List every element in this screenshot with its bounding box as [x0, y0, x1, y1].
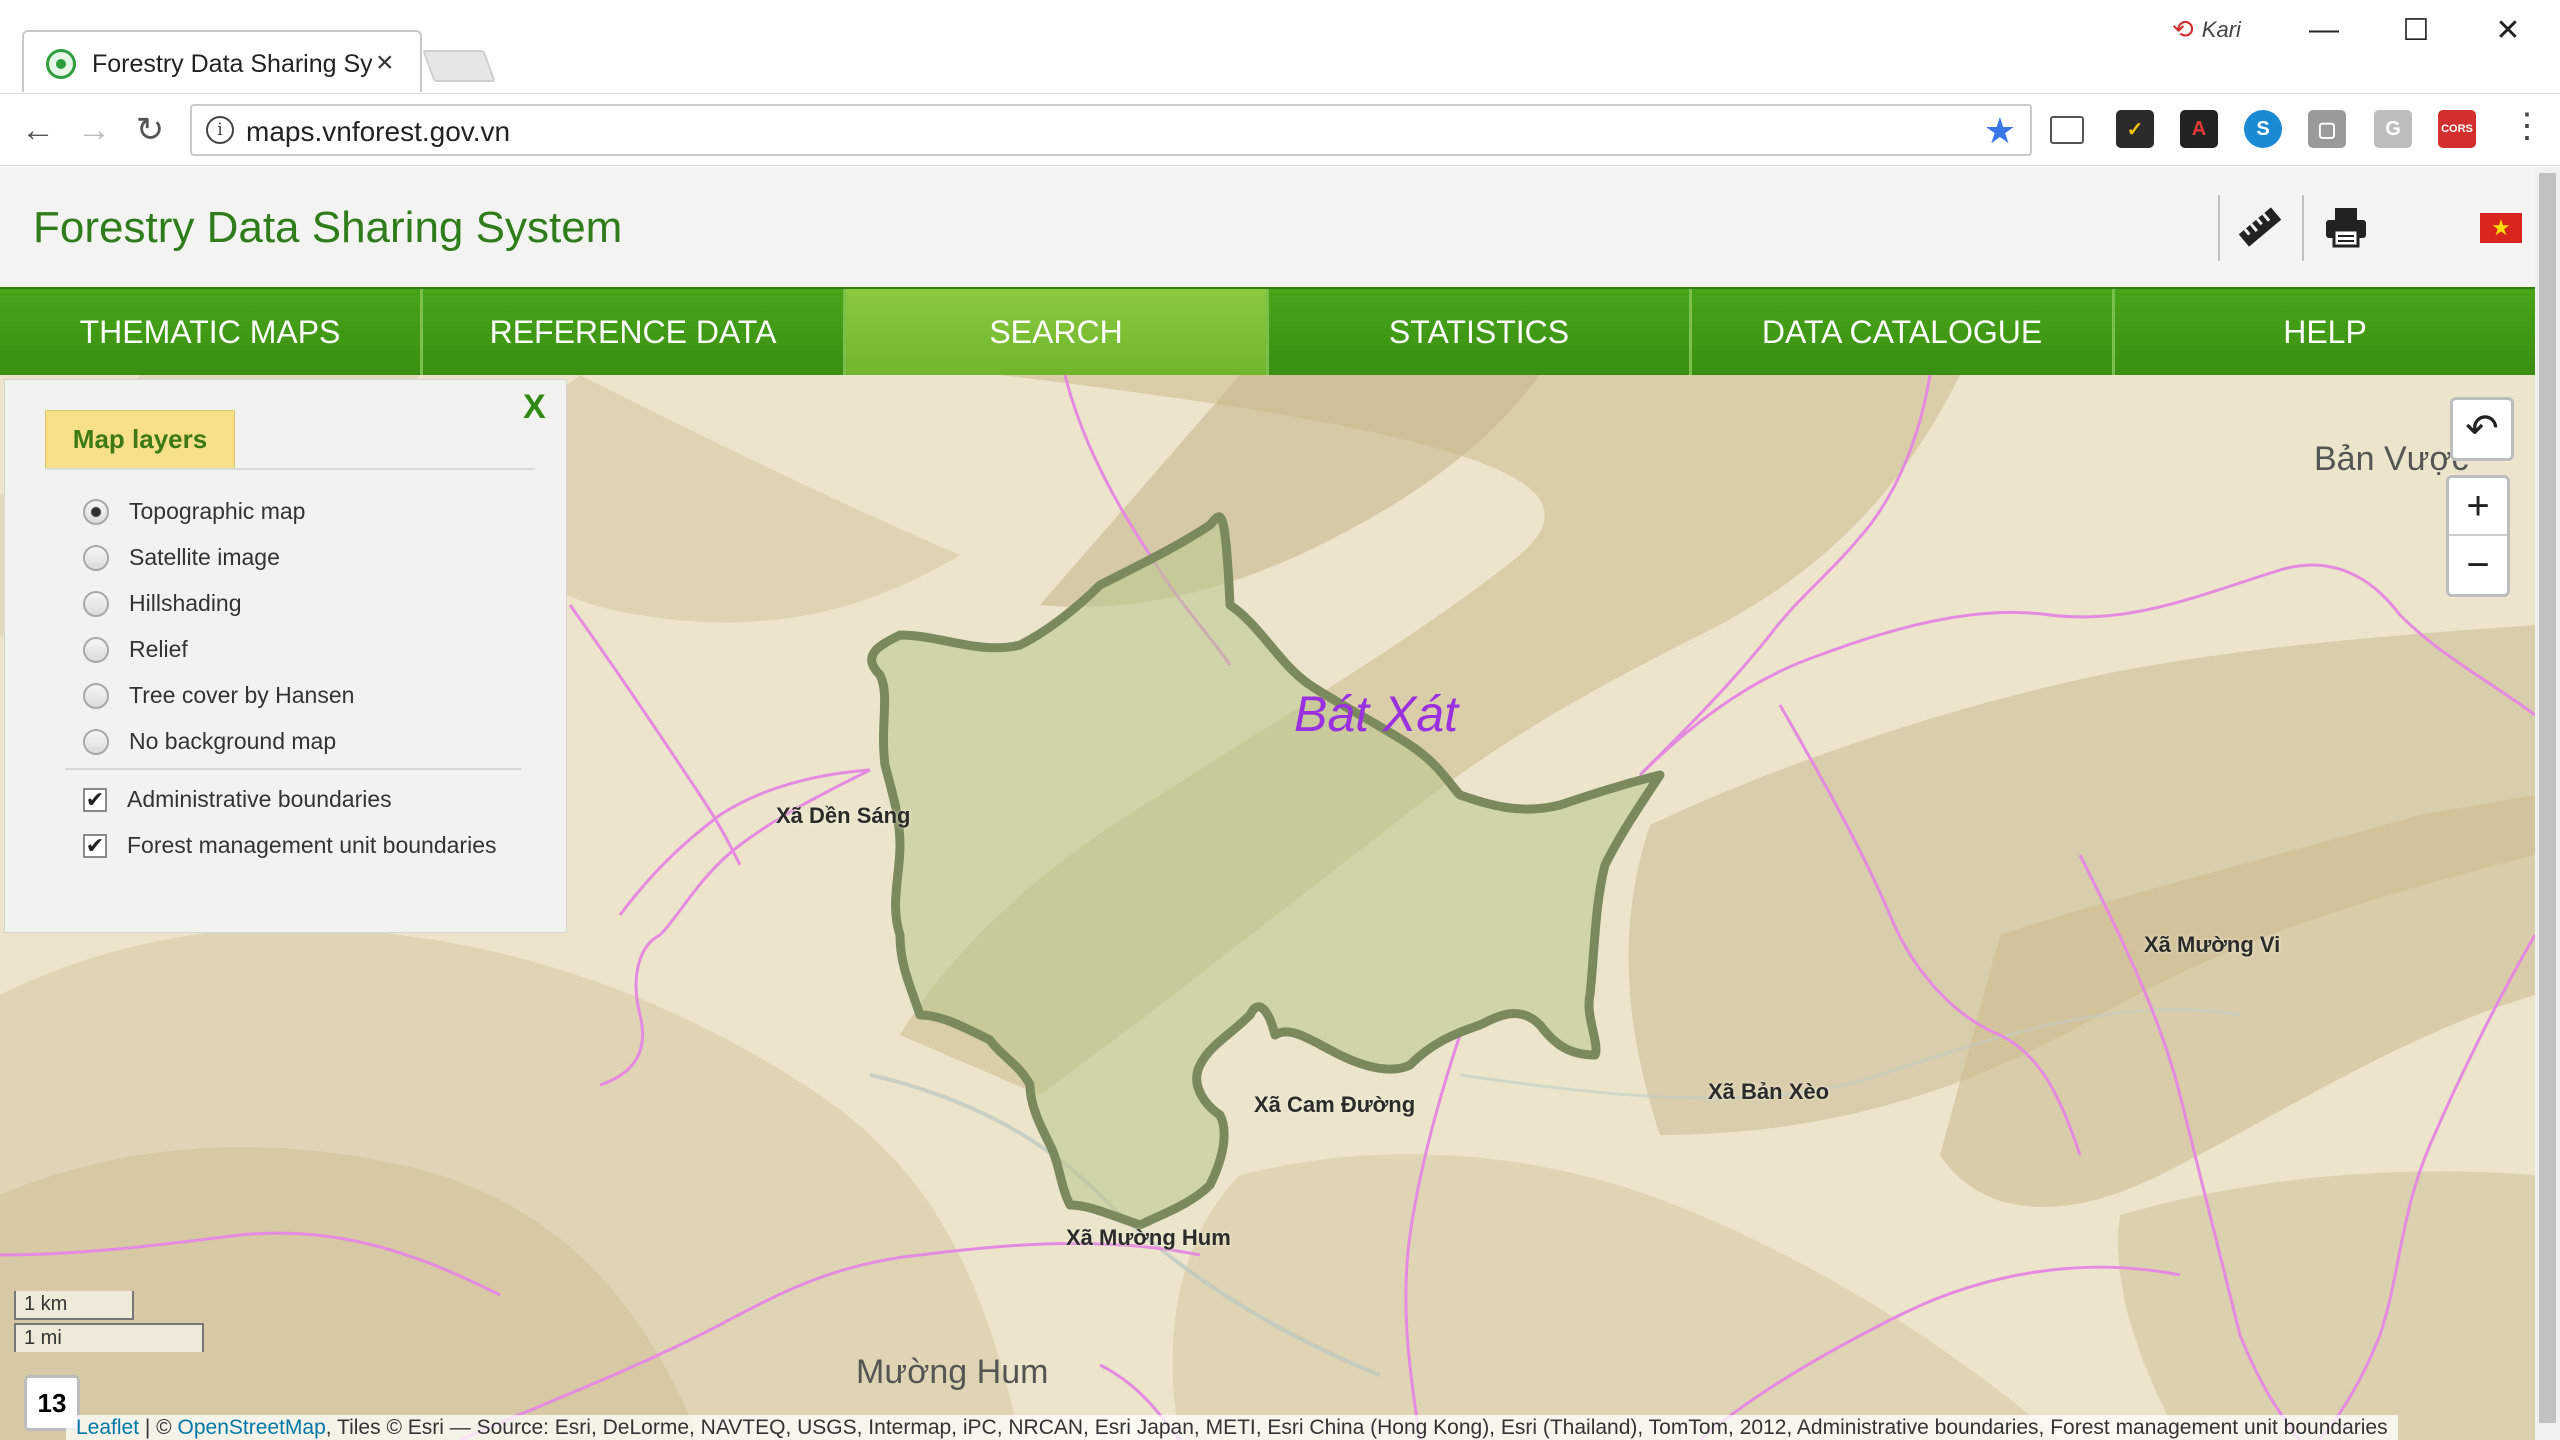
radio-button[interactable] — [83, 682, 109, 709]
overlay-forest-units[interactable]: ✔ Forest management unit boundaries — [83, 832, 497, 859]
undo-arrow-icon[interactable]: ↶ — [2453, 400, 2511, 458]
radio-button[interactable] — [83, 544, 109, 571]
commune-label: Xã Mường Vi — [2144, 932, 2281, 957]
site-info-icon[interactable]: i — [206, 116, 234, 144]
profile-sync-icon: ⟲ — [2172, 14, 2194, 44]
app-title: Forestry Data Sharing System — [33, 203, 623, 252]
layer-label: Hillshading — [129, 590, 242, 616]
layer-label: Topographic map — [129, 498, 306, 524]
commune-label: Xã Dền Sáng — [776, 803, 911, 828]
nav-statistics[interactable]: STATISTICS — [1269, 289, 1692, 375]
base-layer-none[interactable]: No background map — [83, 728, 336, 755]
browser-toolbar: ← → ↻ i maps.vnforest.gov.vn ★ ✓ A S ▢ G… — [0, 94, 2560, 166]
layer-label: Administrative boundaries — [127, 786, 392, 812]
panel-divider — [65, 768, 521, 770]
norton-icon[interactable]: ✓ — [2116, 110, 2154, 148]
reload-button[interactable]: ↻ — [126, 106, 174, 154]
base-layer-topographic[interactable]: Topographic map — [83, 498, 305, 525]
layer-label: No background map — [129, 728, 337, 754]
layer-label: Relief — [129, 636, 188, 662]
radio-button[interactable] — [83, 636, 109, 663]
url-text[interactable]: maps.vnforest.gov.vn — [246, 116, 510, 148]
profile-name: Kari — [2201, 16, 2241, 42]
acrobat-icon[interactable]: A — [2180, 110, 2218, 148]
nav-data-catalogue[interactable]: DATA CATALOGUE — [1692, 289, 2115, 375]
cors-icon[interactable]: CORS — [2438, 110, 2476, 148]
new-tab-button[interactable] — [422, 50, 496, 82]
minimize-button[interactable]: — — [2278, 6, 2370, 54]
forward-button[interactable]: → — [70, 106, 118, 154]
app-header: Forestry Data Sharing System ★ — [0, 167, 2560, 287]
layer-label: Forest management unit boundaries — [127, 832, 497, 858]
zoom-in-button[interactable]: + — [2449, 478, 2507, 536]
radio-button[interactable] — [83, 728, 109, 755]
profile-button[interactable]: ⟲ Kari — [2172, 14, 2241, 45]
checkbox[interactable]: ✔ — [83, 787, 107, 812]
tab-map-layers[interactable]: Map layers — [45, 410, 235, 468]
scale-mi: 1 mi — [14, 1323, 204, 1352]
header-divider — [2302, 195, 2304, 261]
map-attribution: Leaflet | © OpenStreetMap, Tiles © Esri … — [66, 1415, 2398, 1440]
nav-search[interactable]: SEARCH — [846, 289, 1269, 375]
back-button[interactable]: ← — [14, 106, 62, 154]
overlay-admin-boundaries[interactable]: ✔ Administrative boundaries — [83, 786, 392, 813]
header-divider — [2218, 195, 2220, 261]
base-layer-tree-cover[interactable]: Tree cover by Hansen — [83, 682, 354, 709]
checkbox[interactable]: ✔ — [83, 833, 107, 858]
commune-label: Xã Cam Đường — [1254, 1092, 1416, 1117]
tab-underline — [45, 468, 535, 470]
map-layers-panel: X Map layers Topographic map Satellite i… — [4, 379, 567, 933]
base-layer-relief[interactable]: Relief — [83, 636, 188, 663]
attribution-text: , Tiles © Esri — Source: Esri, DeLorme, … — [325, 1416, 2388, 1439]
site-favicon-icon — [46, 49, 76, 79]
scale-km: 1 km — [14, 1291, 134, 1320]
commune-label: Xã Bản Xèo — [1708, 1079, 1830, 1104]
close-panel-button[interactable]: X — [523, 388, 546, 427]
print-icon[interactable] — [2316, 197, 2376, 257]
nav-reference-data[interactable]: REFERENCE DATA — [423, 289, 846, 375]
measure-ruler-icon[interactable] — [2230, 197, 2290, 257]
vietnam-flag-icon[interactable]: ★ — [2480, 213, 2522, 243]
radio-button[interactable] — [83, 498, 109, 525]
tab-close-icon[interactable]: × — [376, 46, 394, 80]
radio-button[interactable] — [83, 590, 109, 617]
base-layer-satellite[interactable]: Satellite image — [83, 544, 280, 571]
base-layer-hillshading[interactable]: Hillshading — [83, 590, 242, 617]
scrollbar-thumb[interactable] — [2539, 173, 2556, 1423]
browser-tab[interactable]: Forestry Data Sharing Sys × — [22, 30, 422, 92]
close-window-button[interactable]: ✕ — [2462, 6, 2554, 54]
nav-thematic-maps[interactable]: THEMATIC MAPS — [0, 289, 423, 375]
back-extent-control[interactable]: ↶ — [2450, 397, 2514, 461]
leaflet-link[interactable]: Leaflet — [76, 1416, 139, 1439]
main-nav: THEMATIC MAPS REFERENCE DATA SEARCH STAT… — [0, 287, 2535, 375]
google-g-icon[interactable]: G — [2374, 110, 2412, 148]
address-bar[interactable]: i maps.vnforest.gov.vn ★ — [190, 104, 2032, 156]
extension-gray-icon[interactable]: ▢ — [2308, 110, 2346, 148]
maximize-button[interactable]: ☐ — [2370, 6, 2462, 54]
zoom-out-button[interactable]: − — [2449, 536, 2507, 594]
tab-title: Forestry Data Sharing Sys — [92, 50, 372, 78]
region-label: Bản Vược — [2314, 440, 2469, 478]
flag-star-icon: ★ — [2491, 215, 2511, 240]
district-label: Bát Xát — [1294, 686, 1458, 742]
osm-link[interactable]: OpenStreetMap — [178, 1416, 326, 1439]
bookmark-star-icon[interactable]: ★ — [1984, 110, 2016, 152]
attribution-separator: | © — [139, 1416, 178, 1439]
commune-label: Xã Mường Hum — [1066, 1225, 1231, 1250]
layer-label: Satellite image — [129, 544, 280, 570]
region-label: Mường Hum — [856, 1353, 1049, 1391]
zoom-control: + − — [2446, 475, 2510, 597]
page-scrollbar[interactable] — [2535, 167, 2560, 1440]
browser-menu-icon[interactable]: ⋮ — [2510, 106, 2544, 146]
nav-help[interactable]: HELP — [2115, 289, 2535, 375]
skype-icon[interactable]: S — [2244, 110, 2282, 148]
cast-icon[interactable] — [2050, 116, 2084, 144]
layer-label: Tree cover by Hansen — [129, 682, 355, 708]
browser-tab-strip: Forestry Data Sharing Sys × ⟲ Kari — ☐ ✕ — [0, 0, 2560, 94]
